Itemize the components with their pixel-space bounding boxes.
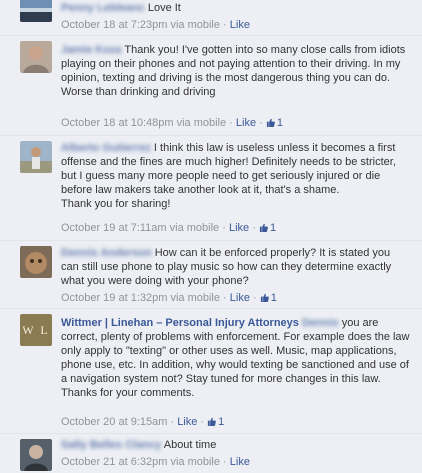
- comment-timestamp[interactable]: October 19 at 1:32pm: [61, 292, 167, 304]
- comment-item: Penny Lebleanc Love It October 18 at 7:2…: [0, 0, 422, 35]
- like-button[interactable]: Like: [230, 292, 250, 304]
- page-avatar[interactable]: W L: [20, 314, 52, 346]
- comment-author[interactable]: Wittmer | Linehan – Personal Injury Atto…: [61, 316, 299, 330]
- comment-author[interactable]: Penny Lebleanc: [61, 1, 145, 15]
- like-count[interactable]: 1: [260, 292, 277, 304]
- comment-meta: October 19 at 7:11am via mobile · Like ·…: [61, 222, 277, 234]
- comment-text: Love It: [147, 2, 181, 14]
- comment-author[interactable]: Dennis Anderson: [61, 246, 152, 260]
- like-count[interactable]: 1: [266, 117, 283, 129]
- mentioned-user[interactable]: Dennis: [302, 316, 339, 330]
- avatar[interactable]: [20, 246, 52, 278]
- comment-source: via mobile: [170, 292, 220, 304]
- comment-text: you are correct, plenty of problems with…: [61, 317, 410, 399]
- comment-item: Jamie Koza Thank you! I've gotten into s…: [0, 35, 422, 135]
- comment-timestamp[interactable]: October 21 at 6:32pm: [61, 456, 167, 468]
- like-button[interactable]: Like: [236, 117, 256, 129]
- comment-meta: October 20 at 9:15am · Like · 1: [61, 416, 225, 428]
- like-button[interactable]: Like: [230, 456, 250, 468]
- avatar[interactable]: [20, 0, 52, 22]
- avatar[interactable]: [20, 141, 52, 173]
- comment-meta: October 18 at 10:48pm via mobile · Like …: [61, 117, 283, 129]
- comment-source: via mobile: [169, 222, 220, 234]
- like-button[interactable]: Like: [230, 19, 250, 31]
- like-button[interactable]: Like: [177, 416, 197, 428]
- comment-meta: October 18 at 7:23pm via mobile · Like: [61, 19, 250, 31]
- thumbs-up-icon: [260, 293, 269, 302]
- comment-source: via mobile: [176, 117, 227, 129]
- comment-timestamp[interactable]: October 18 at 7:23pm: [61, 19, 167, 31]
- comment-item: Dennis Anderson How can it be enforced p…: [0, 240, 422, 308]
- page-logo: W L: [22, 323, 50, 337]
- comment-timestamp[interactable]: October 19 at 7:11am: [61, 222, 167, 234]
- thumbs-up-icon: [208, 417, 217, 426]
- comment-author[interactable]: Jamie Koza: [61, 43, 122, 57]
- comment-timestamp[interactable]: October 20 at 9:15am: [61, 416, 167, 428]
- comment-source: via mobile: [170, 19, 220, 31]
- comment-item: Alberto Gutierrez I think this law is us…: [0, 135, 422, 240]
- like-count[interactable]: 1: [259, 222, 276, 234]
- avatar[interactable]: [20, 439, 52, 471]
- like-button[interactable]: Like: [229, 222, 249, 234]
- avatar[interactable]: [20, 41, 52, 73]
- comment-source: via mobile: [170, 456, 220, 468]
- comment-meta: October 21 at 6:32pm via mobile · Like: [61, 456, 250, 468]
- like-count[interactable]: 1: [207, 416, 224, 428]
- thumbs-up-icon: [259, 223, 268, 232]
- comment-author[interactable]: Sally Belles Clancy: [61, 438, 161, 452]
- thumbs-up-icon: [266, 118, 275, 127]
- comment-author[interactable]: Alberto Gutierrez: [61, 141, 151, 155]
- comment-thread: Penny Lebleanc Love It October 18 at 7:2…: [0, 0, 422, 473]
- comment-meta: October 19 at 1:32pm via mobile · Like ·…: [61, 292, 277, 304]
- comment-item: W L Wittmer | Linehan – Personal Injury …: [0, 308, 422, 433]
- comment-item: Sally Belles Clancy About time October 2…: [0, 433, 422, 473]
- comment-timestamp[interactable]: October 18 at 10:48pm: [61, 117, 174, 129]
- comment-text: About time: [163, 439, 217, 451]
